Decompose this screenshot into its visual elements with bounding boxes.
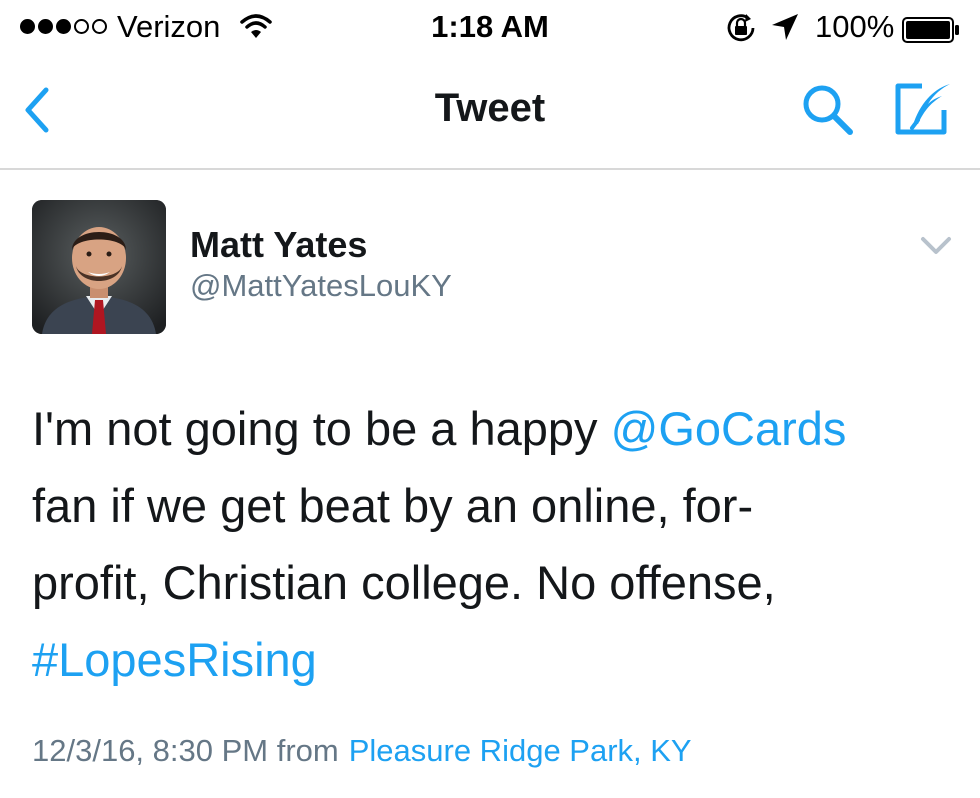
navigation-bar: Tweet: [0, 56, 980, 170]
screen: Verizon 1:18 AM 100% Tweet Matt Yates @M…: [0, 0, 980, 798]
author-handle[interactable]: @MattYatesLouKY: [190, 268, 452, 304]
status-bar: Verizon 1:18 AM 100%: [0, 0, 980, 56]
tweet-meta: 12/3/16, 8:30 PM from Pleasure Ridge Park…: [32, 733, 692, 769]
tweet-text-line: profit, Christian college. No offense,: [32, 556, 776, 609]
tweet-text-line: I'm not going to be a happy @GoCards: [32, 402, 847, 455]
tweet-location-link[interactable]: Pleasure Ridge Park, KY: [349, 733, 692, 768]
battery-icon: [902, 15, 959, 43]
search-icon: [803, 85, 853, 135]
tweet-timestamp: 12/3/16, 8:30 PM from: [32, 733, 339, 768]
compose-icon: [895, 83, 950, 135]
author-avatar[interactable]: [32, 200, 166, 334]
compose-tweet-button[interactable]: [892, 80, 954, 138]
rotation-lock-icon: [724, 12, 758, 52]
author-display-name[interactable]: Matt Yates: [190, 224, 367, 266]
tweet-text-line: #LopesRising: [32, 621, 952, 698]
tweet-options-button[interactable]: [918, 232, 954, 258]
hashtag-link[interactable]: #LopesRising: [32, 633, 317, 686]
mention-link[interactable]: @GoCards: [611, 402, 847, 455]
tweet-text: I'm not going to be a happy @GoCards fan…: [32, 390, 952, 698]
battery-percentage: 100%: [815, 9, 895, 44]
location-arrow-icon: [770, 12, 800, 50]
chevron-down-icon: [921, 237, 951, 254]
search-button[interactable]: [798, 80, 858, 140]
tweet-text-line: fan if we get beat by an online, for-: [32, 479, 754, 532]
